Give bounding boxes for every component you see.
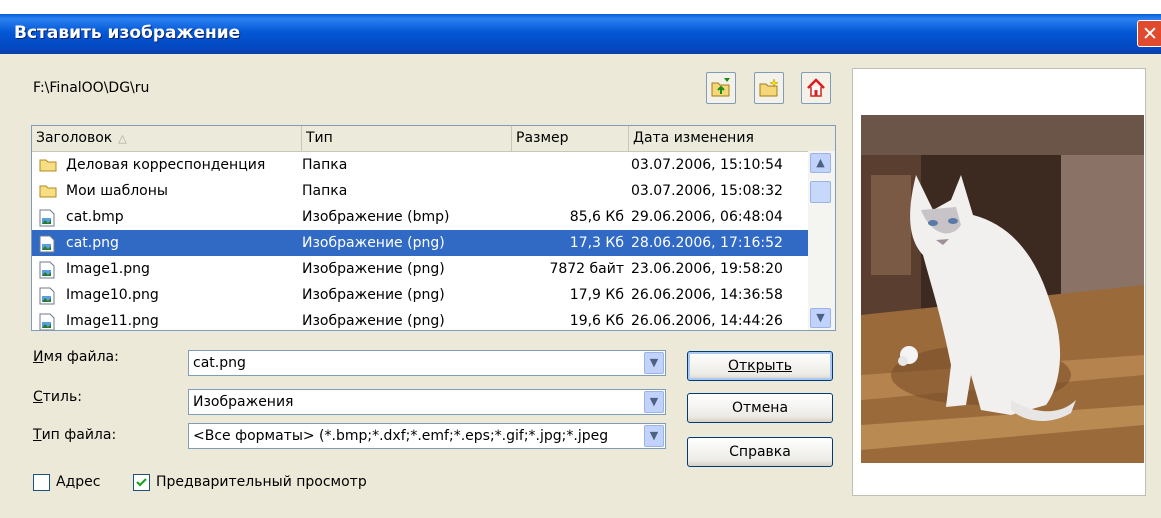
file-row[interactable]: cat.bmp Изображение (bmp) 85,6 Кб 29.06.200… xyxy=(32,204,808,230)
filetype-value: <Все форматы> (*.bmp;*.dxf;*.emf;*.eps;*… xyxy=(193,428,609,444)
new-folder-icon xyxy=(759,78,779,97)
close-button[interactable]: ✕ xyxy=(1137,20,1161,47)
help-button[interactable]: Справка xyxy=(687,437,833,467)
style-value: Изображения xyxy=(193,394,294,410)
file-name: Image10.png xyxy=(66,287,159,303)
file-date: 23.06.2006, 19:58:20 xyxy=(631,261,783,277)
image-file-icon xyxy=(39,261,55,283)
image-file-icon xyxy=(39,209,55,231)
window-title: Вставить изображение xyxy=(14,23,241,43)
chevron-down-icon: ▼ xyxy=(649,356,659,369)
home-icon xyxy=(807,78,825,97)
preview-image-cat xyxy=(861,115,1144,463)
filename-combo[interactable]: cat.png ▼ xyxy=(188,350,666,376)
preview-label[interactable]: Предварительный просмотр xyxy=(156,474,367,490)
file-row[interactable]: Image1.png Изображение (png) 7872 байт 23.0… xyxy=(32,256,808,282)
scroll-thumb[interactable] xyxy=(810,181,831,203)
style-label-rest: тиль: xyxy=(42,389,82,405)
file-name: Деловая корреспонденция xyxy=(66,157,266,173)
preview-checkbox[interactable] xyxy=(133,474,150,491)
file-type: Изображение (png) xyxy=(302,287,445,303)
filename-input[interactable]: cat.png xyxy=(193,351,643,375)
home-button[interactable] xyxy=(801,72,831,104)
file-name: Мои шаблоны xyxy=(66,183,168,199)
image-file-icon xyxy=(39,313,55,330)
vertical-scrollbar[interactable]: ▲ ▼ xyxy=(808,151,835,330)
file-row[interactable]: Image11.png Изображение (png) 19,6 Кб 26.06… xyxy=(32,308,808,330)
file-name: Image1.png xyxy=(66,261,150,277)
file-type: Папка xyxy=(302,183,348,199)
file-name: cat.bmp xyxy=(66,209,124,225)
chevron-down-icon: ▼ xyxy=(649,429,659,442)
file-name: cat.png xyxy=(66,235,119,251)
style-label: Стиль: xyxy=(33,389,82,405)
chevron-down-icon: ▼ xyxy=(816,311,825,324)
file-type: Изображение (png) xyxy=(302,313,445,329)
cancel-button[interactable]: Отмена xyxy=(687,393,833,423)
file-date: 03.07.2006, 15:08:32 xyxy=(631,183,783,199)
file-date: 29.06.2006, 06:48:04 xyxy=(631,209,783,225)
file-size: 19,6 Кб xyxy=(569,313,624,329)
filename-dropdown-button[interactable]: ▼ xyxy=(644,352,664,374)
file-row[interactable]: Деловая корреспонденция Папка 03.07.2006, … xyxy=(32,152,808,178)
file-date: 28.06.2006, 17:16:52 xyxy=(631,235,783,251)
column-header-date[interactable]: Дата изменения xyxy=(629,126,835,151)
file-size xyxy=(512,152,624,178)
file-size: 17,3 Кб xyxy=(569,235,624,251)
file-type: Изображение (png) xyxy=(302,261,445,277)
close-icon: ✕ xyxy=(1142,23,1158,45)
current-path: F:\FinalOO\DG\ru xyxy=(33,80,150,96)
checkmark-icon xyxy=(136,478,147,487)
file-type: Изображение (bmp) xyxy=(302,209,450,225)
list-header: Заголовок △ Тип Размер Дата изменения xyxy=(32,126,835,152)
file-row[interactable]: Мои шаблоны Папка 03.07.2006, 15:08:32 xyxy=(32,178,808,204)
file-row[interactable]: Image10.png Изображение (png) 17,9 Кб 26.06… xyxy=(32,282,808,308)
folder-icon xyxy=(39,157,57,176)
file-type: Папка xyxy=(302,157,348,173)
background-strip xyxy=(0,0,1161,14)
chevron-up-icon: ▲ xyxy=(816,156,825,169)
address-label[interactable]: Адрес xyxy=(56,474,100,490)
file-size: 17,9 Кб xyxy=(569,287,624,303)
file-type: Изображение (png) xyxy=(302,235,445,251)
file-name: Image11.png xyxy=(66,313,159,329)
filename-label-rest: мя файла: xyxy=(43,349,119,365)
sort-ascending-icon: △ xyxy=(118,132,127,145)
file-date: 26.06.2006, 14:44:26 xyxy=(631,313,783,329)
image-file-icon xyxy=(39,235,55,257)
column-header-size[interactable]: Размер xyxy=(512,126,629,151)
file-row[interactable]: cat.png Изображение (png) 17,3 Кб 28.06.200… xyxy=(32,230,808,256)
new-folder-button[interactable] xyxy=(754,72,784,104)
file-size: 85,6 Кб xyxy=(569,209,624,225)
style-dropdown-button[interactable]: ▼ xyxy=(644,391,664,413)
style-combo[interactable]: Изображения ▼ xyxy=(188,389,666,415)
column-header-title[interactable]: Заголовок △ xyxy=(32,126,302,151)
image-file-icon xyxy=(39,287,55,309)
filename-label: Имя файла: xyxy=(33,349,119,365)
scroll-up-button[interactable]: ▲ xyxy=(810,153,831,173)
file-list[interactable]: Заголовок △ Тип Размер Дата изменения Дел… xyxy=(31,125,836,331)
folder-icon xyxy=(39,183,57,202)
chevron-down-icon: ▼ xyxy=(649,395,659,408)
file-date: 26.06.2006, 14:36:58 xyxy=(631,287,783,303)
file-size xyxy=(512,178,624,204)
filetype-label-rest: ип файла: xyxy=(41,427,117,443)
folder-up-button[interactable] xyxy=(706,72,736,104)
address-checkbox[interactable] xyxy=(33,474,50,491)
preview-pane xyxy=(852,68,1146,496)
filetype-label: Тип файла: xyxy=(33,427,117,443)
title-bar: Вставить изображение ✕ xyxy=(0,14,1161,54)
filetype-dropdown-button[interactable]: ▼ xyxy=(644,425,664,447)
file-size: 7872 байт xyxy=(549,261,624,277)
scroll-down-button[interactable]: ▼ xyxy=(810,308,831,328)
filetype-combo[interactable]: <Все форматы> (*.bmp;*.dxf;*.emf;*.eps;*… xyxy=(188,423,666,449)
open-button[interactable]: Открыть xyxy=(687,351,833,381)
column-header-type[interactable]: Тип xyxy=(302,126,512,151)
folder-up-icon xyxy=(711,78,730,97)
file-date: 03.07.2006, 15:10:54 xyxy=(631,157,783,173)
